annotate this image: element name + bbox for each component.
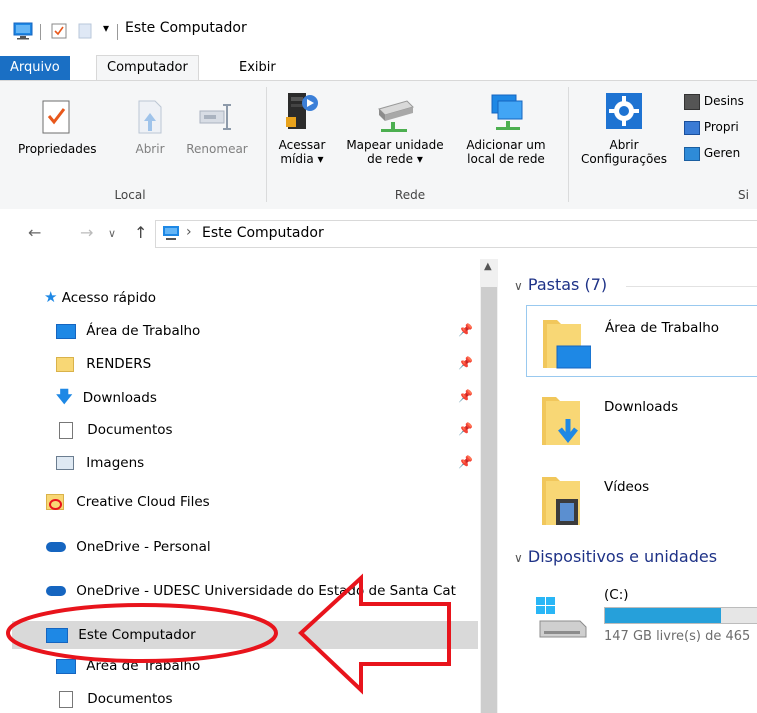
propriedades-sistema-button[interactable]: Propri <box>684 117 739 137</box>
drive-tile-c[interactable]: (C:) 147 GB livre(s) de 465 <box>526 581 757 661</box>
folder-tile-downloads[interactable]: Downloads <box>526 385 757 455</box>
settings-gear-icon <box>606 93 642 129</box>
nav-pc-documentos[interactable]: Documentos <box>56 686 474 712</box>
nav-quick-imagens[interactable]: Imagens <box>56 450 474 476</box>
group-label-sistema: Si <box>738 188 749 202</box>
gerenciar-button[interactable]: Geren <box>684 143 740 163</box>
desktop-icon <box>56 323 76 339</box>
nav-pc-area-de-trabalho[interactable]: Área de Trabalho <box>56 653 474 679</box>
computer-icon <box>163 226 179 240</box>
chevron-down-icon: ∨ <box>514 279 523 293</box>
pin-icon[interactable]: 📌 <box>458 356 473 370</box>
nav-quick-renders[interactable]: RENDERS <box>56 351 474 377</box>
pictures-icon <box>56 456 74 470</box>
network-drive-icon <box>378 100 414 132</box>
windows-drive-icon <box>536 597 587 638</box>
computer-icon <box>13 22 33 40</box>
folder-icon <box>56 356 74 372</box>
nav-quick-downloads[interactable]: 🡇 Downloads <box>56 384 474 410</box>
media-server-icon <box>286 93 318 129</box>
breadcrumb-separator[interactable]: › <box>186 224 192 240</box>
mapear-unidade-button[interactable]: Mapear unidade de rede ▾ <box>336 89 454 166</box>
recent-locations-chevron-icon[interactable]: ∨ <box>108 227 116 240</box>
download-arrow-icon: 🡇 <box>56 387 73 406</box>
ribbon: Propriedades Abrir Renomear Local Acessa… <box>0 80 757 210</box>
computer-icon <box>46 627 68 643</box>
uninstall-icon <box>684 93 700 110</box>
customize-quick-access-icon[interactable]: ▾ <box>103 21 109 35</box>
star-icon: ★ <box>44 288 58 306</box>
open-icon <box>138 100 162 134</box>
propriedades-button[interactable]: Propriedades <box>18 99 97 156</box>
rename-icon <box>199 104 231 130</box>
creative-cloud-icon <box>46 494 64 510</box>
tab-arquivo[interactable]: Arquivo <box>0 56 70 80</box>
desktop-icon <box>56 658 76 674</box>
folder-tile-area-de-trabalho[interactable]: Área de Trabalho <box>526 305 757 377</box>
nav-quick-area-de-trabalho[interactable]: Área de Trabalho <box>56 318 474 344</box>
cloud-icon <box>46 542 66 552</box>
breadcrumb-este-computador[interactable]: Este Computador <box>202 225 324 241</box>
abrir-configuracoes-button[interactable]: Abrir Configurações <box>574 89 674 166</box>
back-arrow-icon[interactable]: ← <box>28 223 41 242</box>
group-dispositivos-header[interactable]: ∨ Dispositivos e unidades <box>514 547 717 566</box>
downloads-folder-icon <box>542 397 580 445</box>
group-pastas-header[interactable]: ∨ Pastas (7) <box>514 275 607 294</box>
window-title: Este Computador <box>125 20 247 36</box>
nav-acesso-rapido[interactable]: ★ Acesso rápido <box>44 284 474 310</box>
scroll-up-icon[interactable]: ▲ <box>484 261 492 272</box>
new-folder-quick-icon[interactable] <box>77 23 93 39</box>
ribbon-tabs: Arquivo Computador Exibir <box>0 55 757 81</box>
manage-icon <box>684 146 700 161</box>
up-arrow-icon[interactable]: ↑ <box>134 223 147 242</box>
nav-onedrive-udesc[interactable]: OneDrive - UDESC Universidade do Estado … <box>46 578 476 604</box>
drive-usage-bar <box>604 607 757 624</box>
navigation-pane: ★ Acesso rápido Área de Trabalho 📌 RENDE… <box>0 259 500 713</box>
scrollbar-thumb[interactable] <box>481 287 497 713</box>
pin-icon[interactable]: 📌 <box>458 455 473 469</box>
desktop-folder-icon <box>543 320 591 369</box>
nav-quick-documentos[interactable]: Documentos <box>56 417 474 443</box>
forward-arrow-icon[interactable]: → <box>80 223 93 242</box>
nav-este-computador[interactable]: Este Computador <box>12 621 478 649</box>
pin-icon[interactable]: 📌 <box>458 422 473 436</box>
group-label-rede: Rede <box>394 188 426 202</box>
title-bar: ▾ Este Computador <box>0 0 757 56</box>
properties-icon <box>42 100 70 134</box>
acessar-midia-button[interactable]: Acessar mídia ▾ <box>270 89 334 166</box>
nav-creative-cloud-files[interactable]: Creative Cloud Files <box>46 489 474 515</box>
pin-icon[interactable]: 📌 <box>458 389 473 403</box>
chevron-down-icon: ∨ <box>514 551 523 565</box>
document-icon <box>59 421 73 439</box>
nav-pane-scrollbar[interactable]: ▲ <box>480 259 498 713</box>
content-pane: ∨ Pastas (7) Área de Trabalho Downloads … <box>500 259 757 713</box>
tab-exibir[interactable]: Exibir <box>229 56 286 80</box>
cloud-icon <box>46 586 66 596</box>
system-properties-icon <box>684 120 700 135</box>
desinstalar-button[interactable]: Desins <box>684 91 744 111</box>
properties-quick-icon[interactable] <box>51 23 67 39</box>
pin-icon[interactable]: 📌 <box>458 323 473 337</box>
document-icon <box>59 690 73 708</box>
address-bar-row: ← → ∨ ↑ › Este Computador <box>0 209 757 259</box>
tab-computador[interactable]: Computador <box>96 55 199 81</box>
renomear-button[interactable]: Renomear <box>176 99 258 156</box>
adicionar-local-de-rede-button[interactable]: Adicionar um local de rede <box>456 89 556 166</box>
folder-tile-videos[interactable]: Vídeos <box>526 465 757 535</box>
address-box[interactable]: › Este Computador <box>155 220 757 248</box>
abrir-button[interactable]: Abrir <box>128 99 172 156</box>
add-network-location-icon <box>491 94 523 130</box>
nav-onedrive-personal[interactable]: OneDrive - Personal <box>46 534 474 560</box>
videos-folder-icon <box>542 477 580 525</box>
group-label-local: Local <box>114 188 146 202</box>
